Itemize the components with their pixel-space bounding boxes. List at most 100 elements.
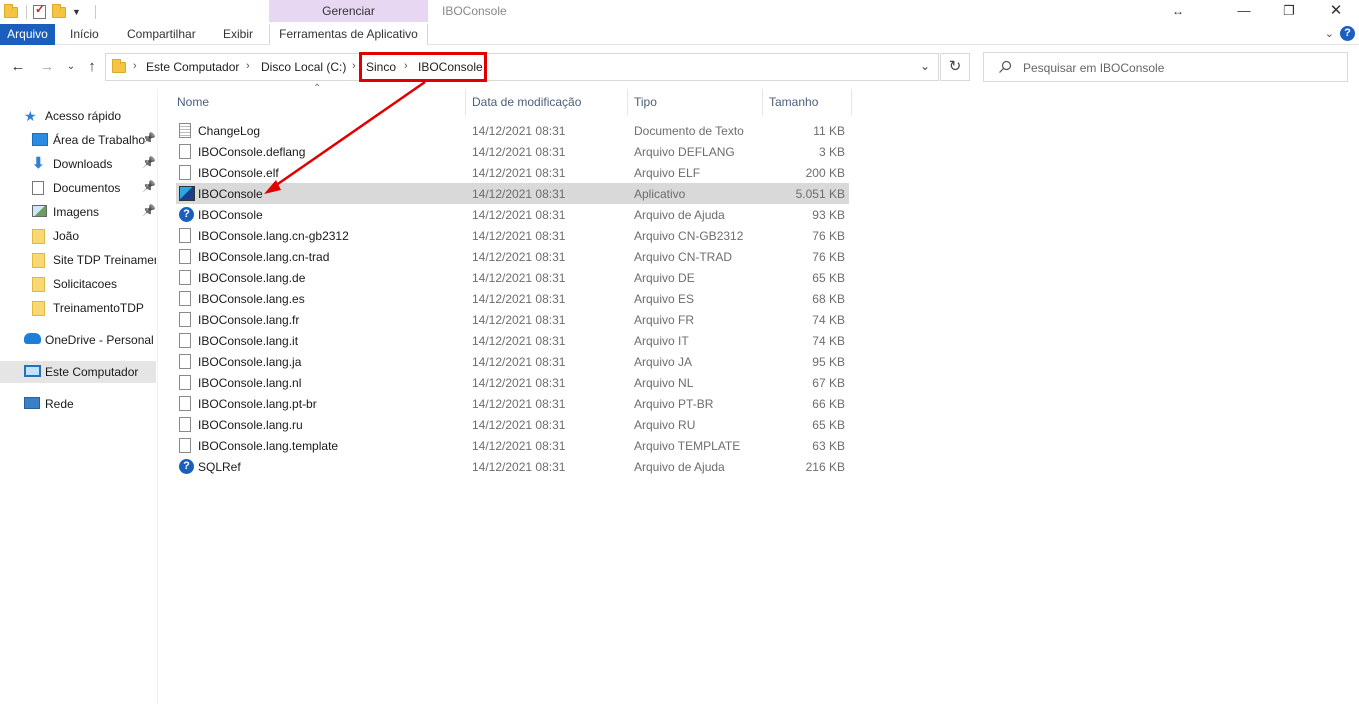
- file-icon: [179, 417, 191, 432]
- tab-exibir[interactable]: Exibir: [215, 24, 261, 45]
- file-row[interactable]: IBOConsole.lang.cn-trad 14/12/2021 08:31 A…: [176, 246, 849, 267]
- up-button[interactable]: ↑: [84, 59, 100, 75]
- restore-button[interactable]: ❐: [1279, 2, 1299, 20]
- properties-icon[interactable]: [33, 2, 46, 19]
- nav-item[interactable]: Rede: [0, 393, 156, 415]
- tab-arquivo[interactable]: Arquivo: [0, 24, 55, 45]
- file-row[interactable]: IBOConsole.lang.cn-gb2312 14/12/2021 08:3…: [176, 225, 849, 246]
- forward-button[interactable]: →: [39, 59, 55, 75]
- nav-item-label: Site TDP Treinamento: [53, 253, 156, 267]
- nav-item-label: Documentos: [53, 181, 121, 195]
- file-row[interactable]: IBOConsole.lang.ja 14/12/2021 08:31 Arquiv…: [176, 351, 849, 372]
- breadcrumb-chevron-icon[interactable]: ›: [133, 60, 137, 72]
- file-row[interactable]: IBOConsole.lang.ru 14/12/2021 08:31 Arquiv…: [176, 414, 849, 435]
- back-button[interactable]: ←: [10, 59, 26, 75]
- tab-compartilhar[interactable]: Compartilhar: [119, 24, 204, 45]
- separator: [26, 5, 27, 19]
- nav-item[interactable]: OneDrive - Personal: [0, 329, 156, 351]
- file-row[interactable]: IBOConsole.lang.pt-br 14/12/2021 08:31 Arq…: [176, 393, 849, 414]
- nav-item-label: João: [53, 229, 80, 243]
- column-header-date[interactable]: Data de modificação: [466, 89, 628, 115]
- folder-icon: [32, 277, 45, 292]
- file-type: Arquivo CN-GB2312: [634, 229, 744, 243]
- file-row[interactable]: IBOConsole.deflang 14/12/2021 08:31 Arquiv…: [176, 141, 849, 162]
- search-input[interactable]: Pesquisar em IBOConsole: [1023, 61, 1164, 75]
- annotation-highlight-box: [359, 52, 487, 82]
- file-date: 14/12/2021 08:31: [472, 334, 566, 348]
- customize-toolbar-icon[interactable]: ▼: [72, 7, 81, 17]
- application-icon: [179, 186, 195, 201]
- nav-item-label: Downloads: [53, 157, 113, 171]
- nav-item[interactable]: Imagens 📌: [0, 201, 156, 223]
- file-row[interactable]: ? IBOConsole 14/12/2021 08:31 Arquivo de Aj…: [176, 204, 849, 225]
- file-row[interactable]: IBOConsole.lang.nl 14/12/2021 08:31 Arquiv…: [176, 372, 849, 393]
- file-name: IBOConsole: [198, 187, 263, 201]
- help-icon[interactable]: ?: [1340, 26, 1355, 41]
- file-icon: [179, 333, 191, 348]
- nav-item[interactable]: Site TDP Treinamento: [0, 249, 156, 271]
- breadcrumb-chevron-icon[interactable]: ›: [352, 60, 356, 72]
- folder-icon: [32, 301, 45, 316]
- file-row[interactable]: ? SQLRef 14/12/2021 08:31 Arquivo de Ajuda 2…: [176, 456, 849, 477]
- file-date: 14/12/2021 08:31: [472, 208, 566, 222]
- file-size: 200 KB: [805, 166, 845, 180]
- ribbon-controls: ⌄ ?: [1325, 26, 1355, 41]
- search-box[interactable]: Pesquisar em IBOConsole: [983, 52, 1348, 82]
- download-icon: ⬇: [32, 155, 45, 172]
- tab-inicio[interactable]: Início: [62, 24, 107, 45]
- file-row[interactable]: IBOConsole.lang.it 14/12/2021 08:31 Arquiv…: [176, 330, 849, 351]
- nav-item[interactable]: ★ Acesso rápido: [0, 105, 156, 127]
- file-name: IBOConsole: [198, 208, 263, 222]
- breadcrumb-disco-local[interactable]: Disco Local (C:): [261, 60, 346, 74]
- file-date: 14/12/2021 08:31: [472, 124, 566, 138]
- refresh-button[interactable]: ↻: [940, 53, 970, 81]
- cloud-icon: [24, 333, 41, 344]
- file-row[interactable]: IBOConsole.lang.template 14/12/2021 08:31…: [176, 435, 849, 456]
- expand-ribbon-icon[interactable]: ⌄: [1325, 27, 1334, 40]
- breadcrumb-este-computador[interactable]: Este Computador: [146, 60, 239, 74]
- breadcrumb-chevron-icon[interactable]: ›: [246, 60, 250, 72]
- file-size: 11 KB: [813, 124, 845, 138]
- file-date: 14/12/2021 08:31: [472, 460, 566, 474]
- desktop-icon: [32, 133, 48, 146]
- file-date: 14/12/2021 08:31: [472, 355, 566, 369]
- column-header-name[interactable]: Nome: [171, 89, 466, 115]
- file-icon: [179, 165, 191, 180]
- nav-item[interactable]: Área de Trabalho 📌: [0, 129, 156, 151]
- file-row[interactable]: IBOConsole 14/12/2021 08:31 Aplicativo 5.05…: [176, 183, 849, 204]
- nav-item[interactable]: João: [0, 225, 156, 247]
- quick-access-toolbar: ▼: [4, 2, 96, 21]
- file-name: IBOConsole.lang.de: [198, 271, 306, 285]
- minimize-button[interactable]: —: [1234, 2, 1254, 20]
- column-header-type[interactable]: Tipo: [628, 89, 763, 115]
- search-icon: [999, 60, 1012, 73]
- column-header-size[interactable]: Tamanho: [763, 89, 852, 115]
- tab-ferramentas-de-aplicativo[interactable]: Ferramentas de Aplicativo: [269, 24, 428, 45]
- context-group-label: Gerenciar: [269, 0, 428, 22]
- file-type: Arquivo RU: [634, 418, 696, 432]
- file-row[interactable]: IBOConsole.lang.de 14/12/2021 08:31 Arquiv…: [176, 267, 849, 288]
- nav-item-label: Rede: [45, 397, 74, 411]
- file-row[interactable]: IBOConsole.elf 14/12/2021 08:31 Arquivo EL…: [176, 162, 849, 183]
- file-row[interactable]: ChangeLog 14/12/2021 08:31 Documento de Te…: [176, 120, 849, 141]
- file-row[interactable]: IBOConsole.lang.fr 14/12/2021 08:31 Arquiv…: [176, 309, 849, 330]
- file-icon: [179, 375, 191, 390]
- new-folder-icon[interactable]: [52, 3, 66, 18]
- file-name: IBOConsole.lang.it: [198, 334, 299, 348]
- nav-item[interactable]: Este Computador: [0, 361, 156, 383]
- recent-locations-icon[interactable]: ⌄: [63, 59, 79, 75]
- file-icon: [179, 249, 191, 264]
- file-type: Arquivo FR: [634, 313, 695, 327]
- file-size: 76 KB: [812, 250, 845, 264]
- nav-item[interactable]: Documentos 📌: [0, 177, 156, 199]
- address-dropdown-icon[interactable]: ⌄: [920, 59, 930, 73]
- file-row[interactable]: IBOConsole.lang.es 14/12/2021 08:31 Arquiv…: [176, 288, 849, 309]
- file-type: Arquivo PT-BR: [634, 397, 714, 411]
- file-type: Arquivo de Ajuda: [634, 208, 725, 222]
- nav-item[interactable]: Solicitacoes: [0, 273, 156, 295]
- close-button[interactable]: ✕: [1326, 2, 1346, 20]
- nav-item-label: Solicitacoes: [53, 277, 118, 291]
- nav-item[interactable]: TreinamentoTDP: [0, 297, 156, 319]
- nav-item[interactable]: ⬇ Downloads 📌: [0, 153, 156, 175]
- address-bar[interactable]: › Este Computador › Disco Local (C:) › S…: [105, 53, 939, 81]
